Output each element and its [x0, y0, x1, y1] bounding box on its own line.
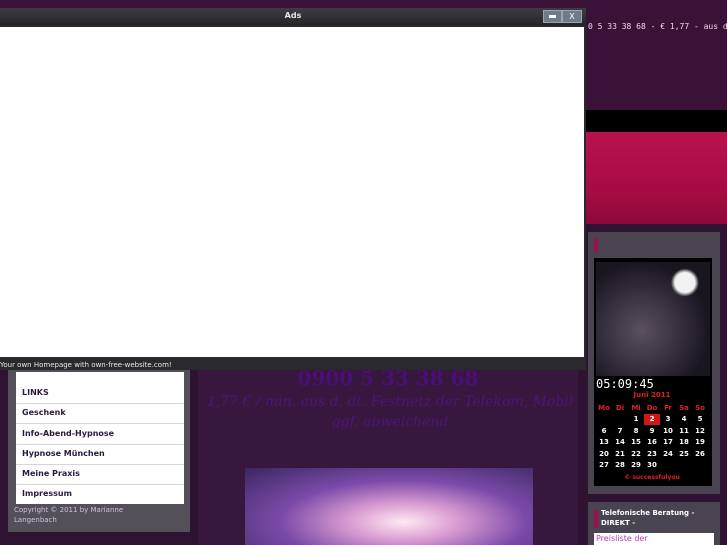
- calendar-day[interactable]: 17: [660, 437, 676, 449]
- calendar-weekday: Fr: [664, 403, 672, 412]
- sidebar-nav: LINKS Geschenk Info-Abend-Hypnose Hypnos…: [16, 372, 184, 504]
- calendar-grid: Mo Di Mi Do Fr Sa So 1 2 3 4 5 6 7 8 9 10 11 12 13 14 15 16 17 1…: [596, 402, 708, 471]
- ads-footer-link[interactable]: Your own Homepage with own-free-website.…: [0, 361, 172, 369]
- calendar-day[interactable]: 13: [596, 437, 612, 449]
- hero-image: [245, 468, 533, 545]
- calendar-day[interactable]: 16: [644, 437, 660, 449]
- copyright-text: Copyright © 2011 by Marianne Langenbach: [14, 506, 124, 524]
- minimize-icon: [549, 15, 556, 18]
- calendar-day[interactable]: 4: [676, 414, 692, 426]
- calendar-weekday: Mi: [631, 403, 641, 412]
- ads-title: Ads: [284, 11, 302, 20]
- calendar-day[interactable]: 20: [596, 448, 612, 460]
- calendar-day[interactable]: 29: [628, 460, 644, 472]
- calendar-credit[interactable]: © successfulyou: [596, 474, 708, 481]
- calendar-day: [692, 460, 708, 472]
- calendar-day[interactable]: 19: [692, 437, 708, 449]
- calendar-weekday: Do: [646, 403, 658, 412]
- widget-accent: [594, 238, 598, 252]
- calendar-weekday: Di: [615, 403, 625, 412]
- nav-item-hypnose-muenchen[interactable]: Hypnose München: [22, 444, 105, 464]
- calendar-day[interactable]: 26: [692, 448, 708, 460]
- calendar-day[interactable]: 8: [628, 425, 644, 437]
- calendar-weekday: Mo: [598, 403, 610, 412]
- calendar-day[interactable]: 27: [596, 460, 612, 472]
- nav-item-info-abend[interactable]: Info-Abend-Hypnose: [22, 424, 114, 444]
- header-ticker: 0 5 33 38 68 - € 1,77 - aus der: [588, 22, 727, 31]
- ads-content[interactable]: [0, 27, 584, 357]
- calendar-day[interactable]: 21: [612, 448, 628, 460]
- calendar-day[interactable]: 15: [628, 437, 644, 449]
- calendar-day[interactable]: 25: [676, 448, 692, 460]
- calendar-day[interactable]: 2: [644, 413, 660, 425]
- calendar-day[interactable]: 11: [676, 425, 692, 437]
- calendar-day[interactable]: 14: [612, 437, 628, 449]
- widget-clock: 05:09:45: [596, 377, 654, 391]
- calendar-day[interactable]: 1: [628, 414, 644, 426]
- header-banner: [585, 132, 727, 224]
- header-nav-bar: [585, 110, 727, 132]
- calendar-day: [596, 414, 612, 426]
- calendar-day[interactable]: 18: [676, 437, 692, 449]
- calendar-month: Juni 2011: [633, 391, 671, 399]
- close-button[interactable]: X: [562, 10, 582, 23]
- calendar-day: [660, 460, 676, 472]
- calendar-day[interactable]: 23: [644, 448, 660, 460]
- box-title: Telefonische Beratung - DIREKT -: [601, 509, 695, 527]
- calendar-weekday: So: [695, 403, 705, 412]
- calendar-day[interactable]: 3: [660, 414, 676, 426]
- calendar-day[interactable]: 6: [596, 425, 612, 437]
- calendar-weekday: Sa: [679, 403, 689, 412]
- nav-item-links[interactable]: LINKS: [22, 383, 49, 403]
- calendar-day[interactable]: 24: [660, 448, 676, 460]
- minimize-button[interactable]: [543, 10, 562, 23]
- price-list-link[interactable]: Preisliste der: [596, 534, 648, 543]
- box-accent: [594, 510, 598, 528]
- widget-photo: [596, 262, 710, 376]
- calendar-day[interactable]: 9: [644, 425, 660, 437]
- calendar-day[interactable]: 5: [692, 414, 708, 426]
- calendar-day: [612, 414, 628, 426]
- calendar-day[interactable]: 28: [612, 460, 628, 472]
- calendar-day[interactable]: 30: [644, 460, 660, 472]
- calendar-day[interactable]: 22: [628, 448, 644, 460]
- calendar-day[interactable]: 10: [660, 425, 676, 437]
- calendar-day[interactable]: 7: [612, 425, 628, 437]
- nav-item-impressum[interactable]: Impressum: [22, 484, 72, 504]
- nav-item-geschenk[interactable]: Geschenk: [22, 403, 66, 423]
- calendar-day[interactable]: 12: [692, 425, 708, 437]
- pricing-text: 1,77 € / min. aus d. dt. Festnetz der Te…: [206, 394, 574, 430]
- nav-item-meine-praxis[interactable]: Meine Praxis: [22, 464, 80, 484]
- calendar-day: [676, 460, 692, 472]
